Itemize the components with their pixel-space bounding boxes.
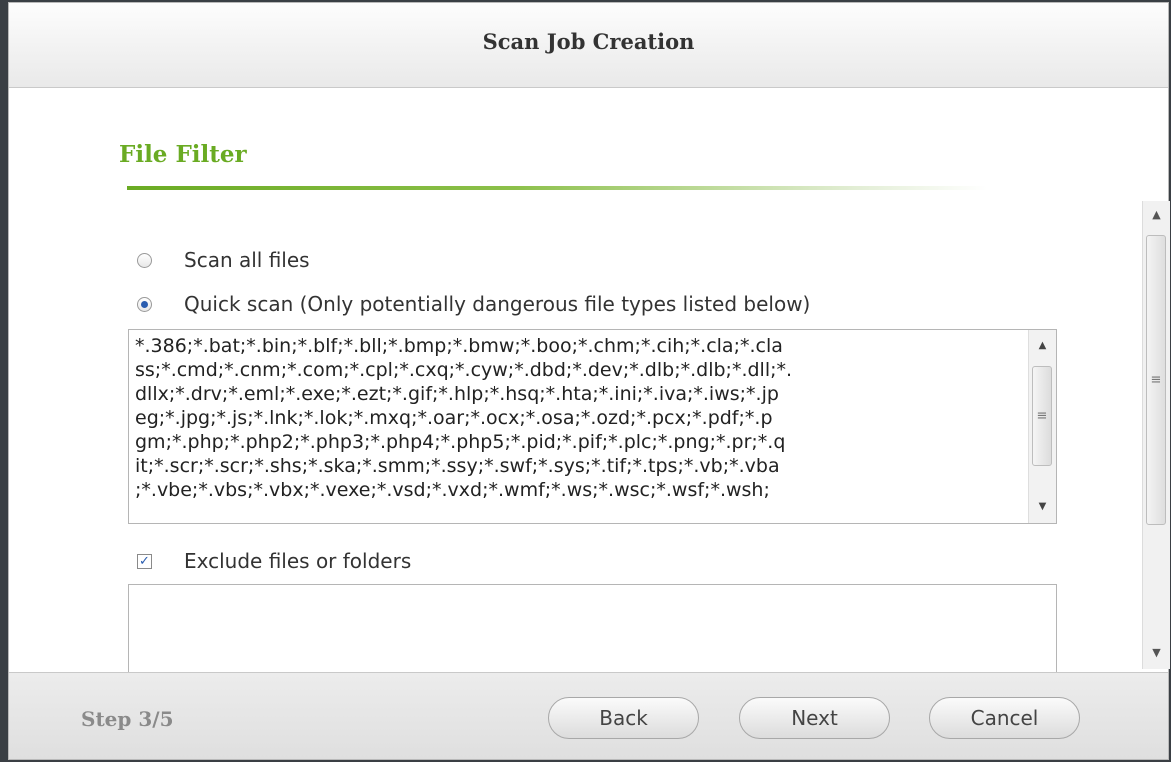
scroll-up-icon[interactable]: ▲: [1029, 336, 1056, 356]
grip-icon: ≡: [1150, 372, 1162, 388]
section-divider: [127, 186, 987, 190]
exclude-label: Exclude files or folders: [184, 549, 412, 573]
grip-icon: ≡: [1036, 408, 1048, 424]
dialog-title: Scan Job Creation: [482, 29, 695, 54]
scroll-down-icon[interactable]: ▼: [1143, 643, 1170, 663]
exclude-checkbox[interactable]: ✓: [137, 553, 152, 569]
quick-scan-option[interactable]: Quick scan (Only potentially dangerous f…: [137, 292, 810, 316]
exclude-textarea[interactable]: [128, 584, 1057, 675]
scan-all-option[interactable]: Scan all files: [137, 248, 310, 272]
quick-scan-radio[interactable]: [137, 296, 152, 312]
dialog-scrollbar[interactable]: ▲ ≡ ▼: [1142, 201, 1170, 669]
quick-scan-label: Quick scan (Only potentially dangerous f…: [184, 292, 811, 316]
dialog-footer: Step 3/5 Back Next Cancel: [9, 672, 1168, 759]
file-types-scrollbar[interactable]: ▲ ≡ ▼: [1028, 330, 1056, 523]
next-button[interactable]: Next: [739, 697, 890, 739]
scan-all-radio[interactable]: [137, 252, 152, 268]
scroll-down-icon[interactable]: ▼: [1029, 497, 1056, 517]
scan-all-label: Scan all files: [184, 248, 310, 272]
step-indicator: Step 3/5: [81, 707, 174, 731]
back-button[interactable]: Back: [548, 697, 699, 739]
dialog-scroll-thumb[interactable]: ≡: [1146, 235, 1166, 525]
section-title: File Filter: [119, 141, 247, 168]
file-types-scroll-thumb[interactable]: ≡: [1032, 366, 1052, 466]
scroll-up-icon[interactable]: ▲: [1143, 205, 1170, 225]
file-types-textarea[interactable]: *.386;*.bat;*.bin;*.blf;*.bll;*.bmp;*.bm…: [128, 329, 1057, 524]
scan-job-dialog: Scan Job Creation File Filter Scan all f…: [8, 2, 1170, 760]
file-types-text: *.386;*.bat;*.bin;*.blf;*.bll;*.bmp;*.bm…: [135, 335, 793, 501]
dialog-titlebar: Scan Job Creation: [9, 3, 1168, 88]
exclude-option[interactable]: ✓ Exclude files or folders: [137, 549, 411, 573]
cancel-button[interactable]: Cancel: [929, 697, 1080, 739]
